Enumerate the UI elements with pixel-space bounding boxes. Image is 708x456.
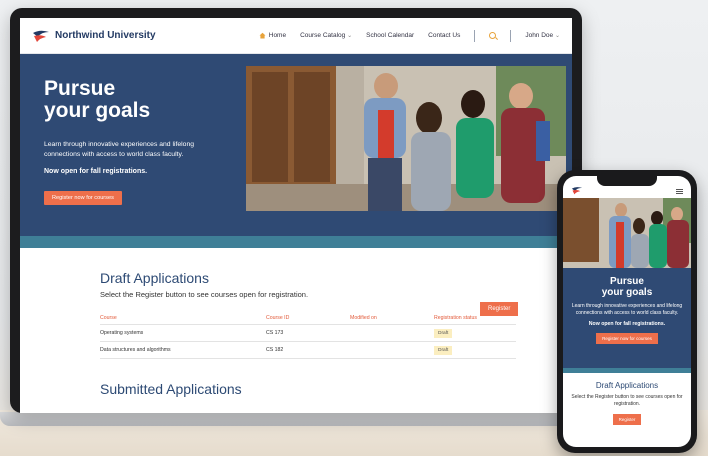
- hero-banner: Pursue your goals Learn through innovati…: [20, 54, 572, 236]
- mobile-hero-description: Learn through innovative experiences and…: [571, 303, 683, 316]
- nav-home[interactable]: Home: [259, 32, 286, 39]
- mobile-students-photo: [563, 198, 691, 268]
- nav-school-calendar[interactable]: School Calendar: [366, 32, 414, 39]
- search-icon[interactable]: [489, 32, 497, 39]
- nav-course-catalog-label: Course Catalog: [300, 32, 346, 39]
- top-navigation: Northwind University Home Course Catalog…: [20, 18, 572, 54]
- hero-description: Learn through innovative experiences and…: [44, 141, 195, 158]
- brand-logo[interactable]: Northwind University: [32, 29, 156, 43]
- status-badge: Draft: [434, 329, 453, 338]
- hero-announcement: Now open for fall registrations.: [44, 168, 148, 175]
- students-photo: [246, 66, 566, 211]
- draft-applications-section: Draft Applications Select the Register b…: [20, 248, 572, 397]
- mobile-draft-section: Draft Applications Select the Register b…: [563, 373, 691, 426]
- bird-logo-icon: [32, 29, 50, 43]
- mobile-hero-announcement: Now open for fall registrations.: [588, 321, 666, 327]
- mobile-hero-title: Pursue your goals: [569, 276, 685, 298]
- nav-course-catalog[interactable]: Course Catalog ⌄: [300, 32, 352, 39]
- hero-accent-band: [20, 236, 572, 248]
- table-header: Course Course ID Modified on Registratio…: [100, 311, 516, 325]
- laptop-screen: Northwind University Home Course Catalog…: [20, 18, 572, 413]
- mobile-hero-title-line-2: your goals: [601, 287, 653, 298]
- course-name: Operating systems: [100, 330, 144, 336]
- column-header[interactable]: Course ID: [266, 315, 350, 321]
- phone-screen: Pursue your goals Learn through innovati…: [563, 176, 691, 447]
- phone-frame: Pursue your goals Learn through innovati…: [557, 170, 697, 453]
- laptop-frame: Northwind University Home Course Catalog…: [10, 8, 582, 413]
- chevron-down-icon: ⌄: [347, 33, 353, 39]
- course-name: Data structures and algorithms: [100, 347, 171, 353]
- hero-title-line-2: your goals: [44, 99, 151, 122]
- nav-contact-us[interactable]: Contact Us: [428, 32, 460, 39]
- hero-title: Pursue your goals: [44, 78, 240, 122]
- hamburger-menu-icon[interactable]: [676, 188, 683, 194]
- mobile-draft-subtitle: Select the Register button to see course…: [571, 394, 683, 407]
- column-header[interactable]: Course: [100, 315, 266, 321]
- table-row[interactable]: Operating systems CS 173 Draft: [100, 325, 516, 342]
- nav-divider: [510, 29, 512, 42]
- mobile-register-now-button[interactable]: Register now for courses: [596, 333, 658, 344]
- user-menu[interactable]: John Doe ⌄: [525, 32, 560, 39]
- register-now-button[interactable]: Register now for courses: [44, 191, 122, 205]
- chevron-down-icon: ⌄: [554, 33, 560, 39]
- draft-applications-subtitle: Select the Register button to see course…: [100, 290, 309, 299]
- draft-applications-table: Course Course ID Modified on Registratio…: [100, 311, 516, 359]
- mobile-hero: Pursue your goals Learn through innovati…: [563, 268, 691, 368]
- bird-logo-icon[interactable]: [571, 182, 583, 200]
- laptop-base: [0, 412, 600, 426]
- mobile-hero-title-line-1: Pursue: [610, 276, 644, 287]
- user-name: John Doe: [525, 32, 554, 39]
- mobile-draft-title: Draft Applications: [595, 381, 659, 390]
- phone-notch: [597, 176, 657, 186]
- draft-applications-title: Draft Applications: [100, 270, 209, 286]
- hero-title-line-1: Pursue: [44, 77, 116, 100]
- register-button[interactable]: Register: [480, 302, 519, 316]
- home-icon: [259, 32, 266, 39]
- submitted-applications-title: Submitted Applications: [100, 381, 242, 397]
- nav-divider: [474, 29, 476, 42]
- mobile-register-button[interactable]: Register: [612, 414, 642, 425]
- course-id: CS 173: [266, 330, 284, 336]
- nav-home-label: Home: [268, 32, 287, 39]
- table-row[interactable]: Data structures and algorithms CS 182 Dr…: [100, 342, 516, 359]
- course-id: CS 182: [266, 347, 284, 353]
- status-badge: Draft: [434, 346, 453, 355]
- brand-name: Northwind University: [55, 30, 156, 41]
- column-header[interactable]: Modified on: [350, 315, 434, 321]
